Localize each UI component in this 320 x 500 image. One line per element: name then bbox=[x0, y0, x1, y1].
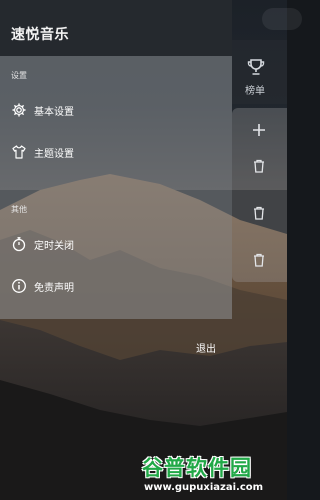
search-pill[interactable] bbox=[262, 8, 302, 30]
section-label-other: 其他 bbox=[11, 205, 27, 214]
shirt-icon bbox=[12, 145, 26, 159]
menu-item-theme-settings[interactable]: 主题设置 bbox=[0, 137, 232, 167]
menu-item-label: 定时关闭 bbox=[34, 241, 74, 252]
drawer-header: 速悦音乐 bbox=[0, 0, 232, 56]
app-title: 速悦音乐 bbox=[11, 27, 69, 43]
watermark: 谷普软件园 www.gupuxiazai.com bbox=[142, 452, 285, 498]
menu-item-label: 基本设置 bbox=[34, 107, 74, 118]
menu-item-disclaimer[interactable]: 免责声明 bbox=[0, 271, 232, 301]
trash-icon[interactable] bbox=[250, 157, 268, 175]
gear-icon bbox=[12, 103, 26, 117]
navigation-drawer: 速悦音乐 设置 基本设置 主题设置 其他 定时关闭 免责声明 退出 bbox=[0, 0, 232, 500]
info-icon bbox=[12, 279, 26, 293]
trophy-icon[interactable] bbox=[246, 57, 266, 77]
menu-item-basic-settings[interactable]: 基本设置 bbox=[0, 95, 232, 125]
main-content-edge: 榜单 bbox=[232, 0, 302, 500]
plus-icon[interactable] bbox=[250, 121, 268, 139]
section-label-settings: 设置 bbox=[11, 71, 27, 80]
menu-item-label: 主题设置 bbox=[34, 149, 74, 160]
watermark-logo-text: 谷普软件园 bbox=[142, 456, 252, 480]
trash-icon[interactable] bbox=[250, 204, 268, 222]
rank-label: 榜单 bbox=[245, 86, 265, 97]
watermark-url: www.gupuxiazai.com bbox=[144, 482, 264, 493]
menu-panel: 设置 基本设置 主题设置 其他 定时关闭 免责声明 bbox=[0, 56, 232, 319]
menu-item-sleep-timer[interactable]: 定时关闭 bbox=[0, 229, 232, 259]
timer-icon bbox=[12, 237, 26, 252]
trash-icon[interactable] bbox=[250, 251, 268, 269]
exit-button[interactable]: 退出 bbox=[196, 340, 216, 355]
menu-item-label: 免责声明 bbox=[34, 283, 74, 294]
